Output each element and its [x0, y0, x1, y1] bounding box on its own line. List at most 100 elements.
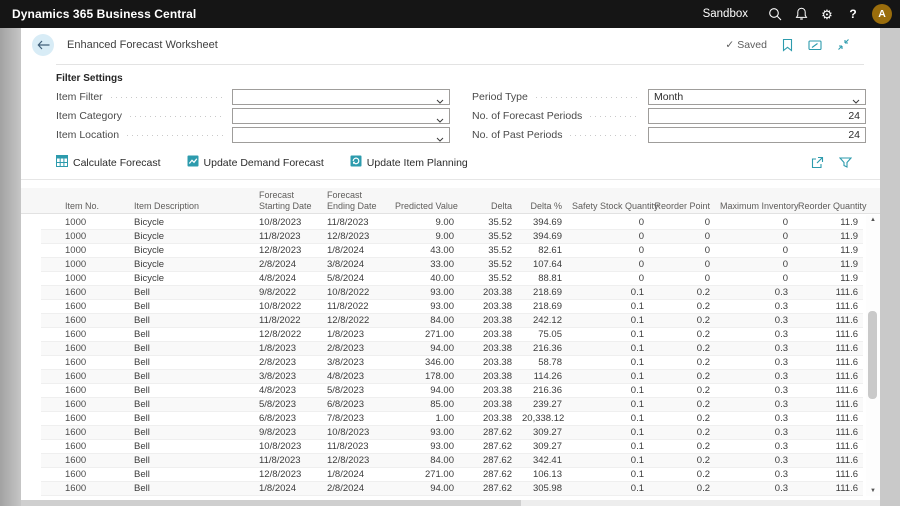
cell-4-0[interactable]: 1000 [41, 271, 129, 286]
cell-4-5[interactable]: 35.52 [459, 271, 517, 286]
cell-5-9[interactable]: 0.3 [715, 285, 793, 300]
cell-6-1[interactable]: Bell [129, 299, 254, 314]
cell-7-7[interactable]: 0.1 [567, 313, 649, 328]
cell-14-1[interactable]: Bell [129, 411, 254, 426]
cell-8-6[interactable]: 75.05 [517, 327, 567, 342]
cell-11-9[interactable]: 0.3 [715, 369, 793, 384]
cell-8-2[interactable]: 12/8/2022 [254, 327, 322, 342]
cell-3-9[interactable]: 0 [715, 257, 793, 272]
cell-0-6[interactable]: 394.69 [517, 215, 567, 230]
cell-16-5[interactable]: 287.62 [459, 439, 517, 454]
cell-4-9[interactable]: 0 [715, 271, 793, 286]
cell-14-7[interactable]: 0.1 [567, 411, 649, 426]
cell-13-8[interactable]: 0.2 [649, 397, 715, 412]
column-header-delta-pct[interactable]: Delta % [517, 188, 567, 216]
cell-14-0[interactable]: 1600 [41, 411, 129, 426]
cell-4-10[interactable]: 11.9 [793, 271, 863, 286]
past-periods-input[interactable] [648, 127, 866, 143]
cell-1-9[interactable]: 0 [715, 229, 793, 244]
cell-5-3[interactable]: 10/8/2022 [322, 285, 390, 300]
cell-1-1[interactable]: Bicycle [129, 229, 254, 244]
cell-5-8[interactable]: 0.2 [649, 285, 715, 300]
bookmark-icon[interactable] [782, 38, 793, 52]
cell-9-2[interactable]: 1/8/2023 [254, 341, 322, 356]
cell-5-0[interactable]: 1600 [41, 285, 129, 300]
cell-13-0[interactable]: 1600 [41, 397, 129, 412]
cell-16-7[interactable]: 0.1 [567, 439, 649, 454]
cell-13-10[interactable]: 111.6 [793, 397, 863, 412]
cell-0-0[interactable]: 1000 [41, 215, 129, 230]
designer-icon[interactable] [808, 39, 822, 51]
table-row[interactable]: 1600 Bell 10/8/2023 11/8/2023 93.00 287.62 309… [41, 439, 863, 454]
cell-2-8[interactable]: 0 [649, 243, 715, 258]
cell-2-0[interactable]: 1000 [41, 243, 129, 258]
cell-6-6[interactable]: 218.69 [517, 299, 567, 314]
cell-4-6[interactable]: 88.81 [517, 271, 567, 286]
table-row[interactable]: 1600 Bell 1/8/2024 2/8/2024 94.00 287.62 305.9… [41, 481, 863, 496]
cell-11-2[interactable]: 3/8/2023 [254, 369, 322, 384]
cell-12-1[interactable]: Bell [129, 383, 254, 398]
column-header-item-no[interactable]: Item No. [41, 188, 129, 216]
cell-11-8[interactable]: 0.2 [649, 369, 715, 384]
cell-18-10[interactable]: 111.6 [793, 467, 863, 482]
cell-5-7[interactable]: 0.1 [567, 285, 649, 300]
table-row[interactable]: 1600 Bell 9/8/2022 10/8/2022 93.00 203.38 218.… [41, 285, 863, 300]
settings-gear-icon[interactable]: ⚙ [814, 0, 840, 28]
cell-18-2[interactable]: 12/8/2023 [254, 467, 322, 482]
cell-7-0[interactable]: 1600 [41, 313, 129, 328]
cell-14-2[interactable]: 6/8/2023 [254, 411, 322, 426]
cell-19-4[interactable]: 94.00 [390, 481, 459, 496]
column-header-item-description[interactable]: Item Description [129, 188, 254, 216]
cell-15-10[interactable]: 111.6 [793, 425, 863, 440]
cell-4-8[interactable]: 0 [649, 271, 715, 286]
cell-18-1[interactable]: Bell [129, 467, 254, 482]
cell-15-0[interactable]: 1600 [41, 425, 129, 440]
cell-0-10[interactable]: 11.9 [793, 215, 863, 230]
cell-6-10[interactable]: 111.6 [793, 299, 863, 314]
environment-badge[interactable]: Sandbox [703, 8, 748, 20]
table-row[interactable]: 1600 Bell 10/8/2022 11/8/2022 93.00 203.38 218… [41, 299, 863, 314]
cell-13-6[interactable]: 239.27 [517, 397, 567, 412]
cell-17-1[interactable]: Bell [129, 453, 254, 468]
cell-10-1[interactable]: Bell [129, 355, 254, 370]
cell-10-0[interactable]: 1600 [41, 355, 129, 370]
cell-19-3[interactable]: 2/8/2024 [322, 481, 390, 496]
cell-15-4[interactable]: 93.00 [390, 425, 459, 440]
cell-18-8[interactable]: 0.2 [649, 467, 715, 482]
cell-0-9[interactable]: 0 [715, 215, 793, 230]
cell-9-0[interactable]: 1600 [41, 341, 129, 356]
cell-3-8[interactable]: 0 [649, 257, 715, 272]
column-header-delta[interactable]: Delta [459, 188, 517, 216]
table-row[interactable]: 1000 Bicycle 2/8/2024 3/8/2024 33.00 35.52 107… [41, 257, 863, 272]
cell-3-6[interactable]: 107.64 [517, 257, 567, 272]
cell-8-9[interactable]: 0.3 [715, 327, 793, 342]
cell-0-5[interactable]: 35.52 [459, 215, 517, 230]
cell-1-8[interactable]: 0 [649, 229, 715, 244]
cell-12-7[interactable]: 0.1 [567, 383, 649, 398]
cell-6-8[interactable]: 0.2 [649, 299, 715, 314]
cell-13-7[interactable]: 0.1 [567, 397, 649, 412]
cell-9-8[interactable]: 0.2 [649, 341, 715, 356]
cell-3-10[interactable]: 11.9 [793, 257, 863, 272]
scroll-up-icon[interactable]: ▲ [866, 215, 880, 225]
cell-4-1[interactable]: Bicycle [129, 271, 254, 286]
update-demand-forecast-button[interactable]: Update Demand Forecast [187, 155, 324, 170]
cell-12-9[interactable]: 0.3 [715, 383, 793, 398]
table-row[interactable]: 1600 Bell 2/8/2023 3/8/2023 346.00 203.38 58.7… [41, 355, 863, 370]
cell-0-2[interactable]: 10/8/2023 [254, 215, 322, 230]
cell-7-3[interactable]: 12/8/2022 [322, 313, 390, 328]
cell-17-6[interactable]: 342.41 [517, 453, 567, 468]
table-row[interactable]: 1600 Bell 1/8/2023 2/8/2023 94.00 203.38 216.3… [41, 341, 863, 356]
cell-11-6[interactable]: 114.26 [517, 369, 567, 384]
cell-15-7[interactable]: 0.1 [567, 425, 649, 440]
horizontal-scroll-thumb[interactable] [21, 500, 521, 506]
cell-15-2[interactable]: 9/8/2023 [254, 425, 322, 440]
cell-11-3[interactable]: 4/8/2023 [322, 369, 390, 384]
column-header-forecast-ending-date[interactable]: Forecast Ending Date [322, 188, 390, 216]
cell-16-9[interactable]: 0.3 [715, 439, 793, 454]
cell-1-2[interactable]: 11/8/2023 [254, 229, 322, 244]
cell-2-6[interactable]: 82.61 [517, 243, 567, 258]
cell-8-10[interactable]: 111.6 [793, 327, 863, 342]
column-header-forecast-starting-date[interactable]: Forecast Starting Date [254, 188, 322, 216]
cell-10-9[interactable]: 0.3 [715, 355, 793, 370]
